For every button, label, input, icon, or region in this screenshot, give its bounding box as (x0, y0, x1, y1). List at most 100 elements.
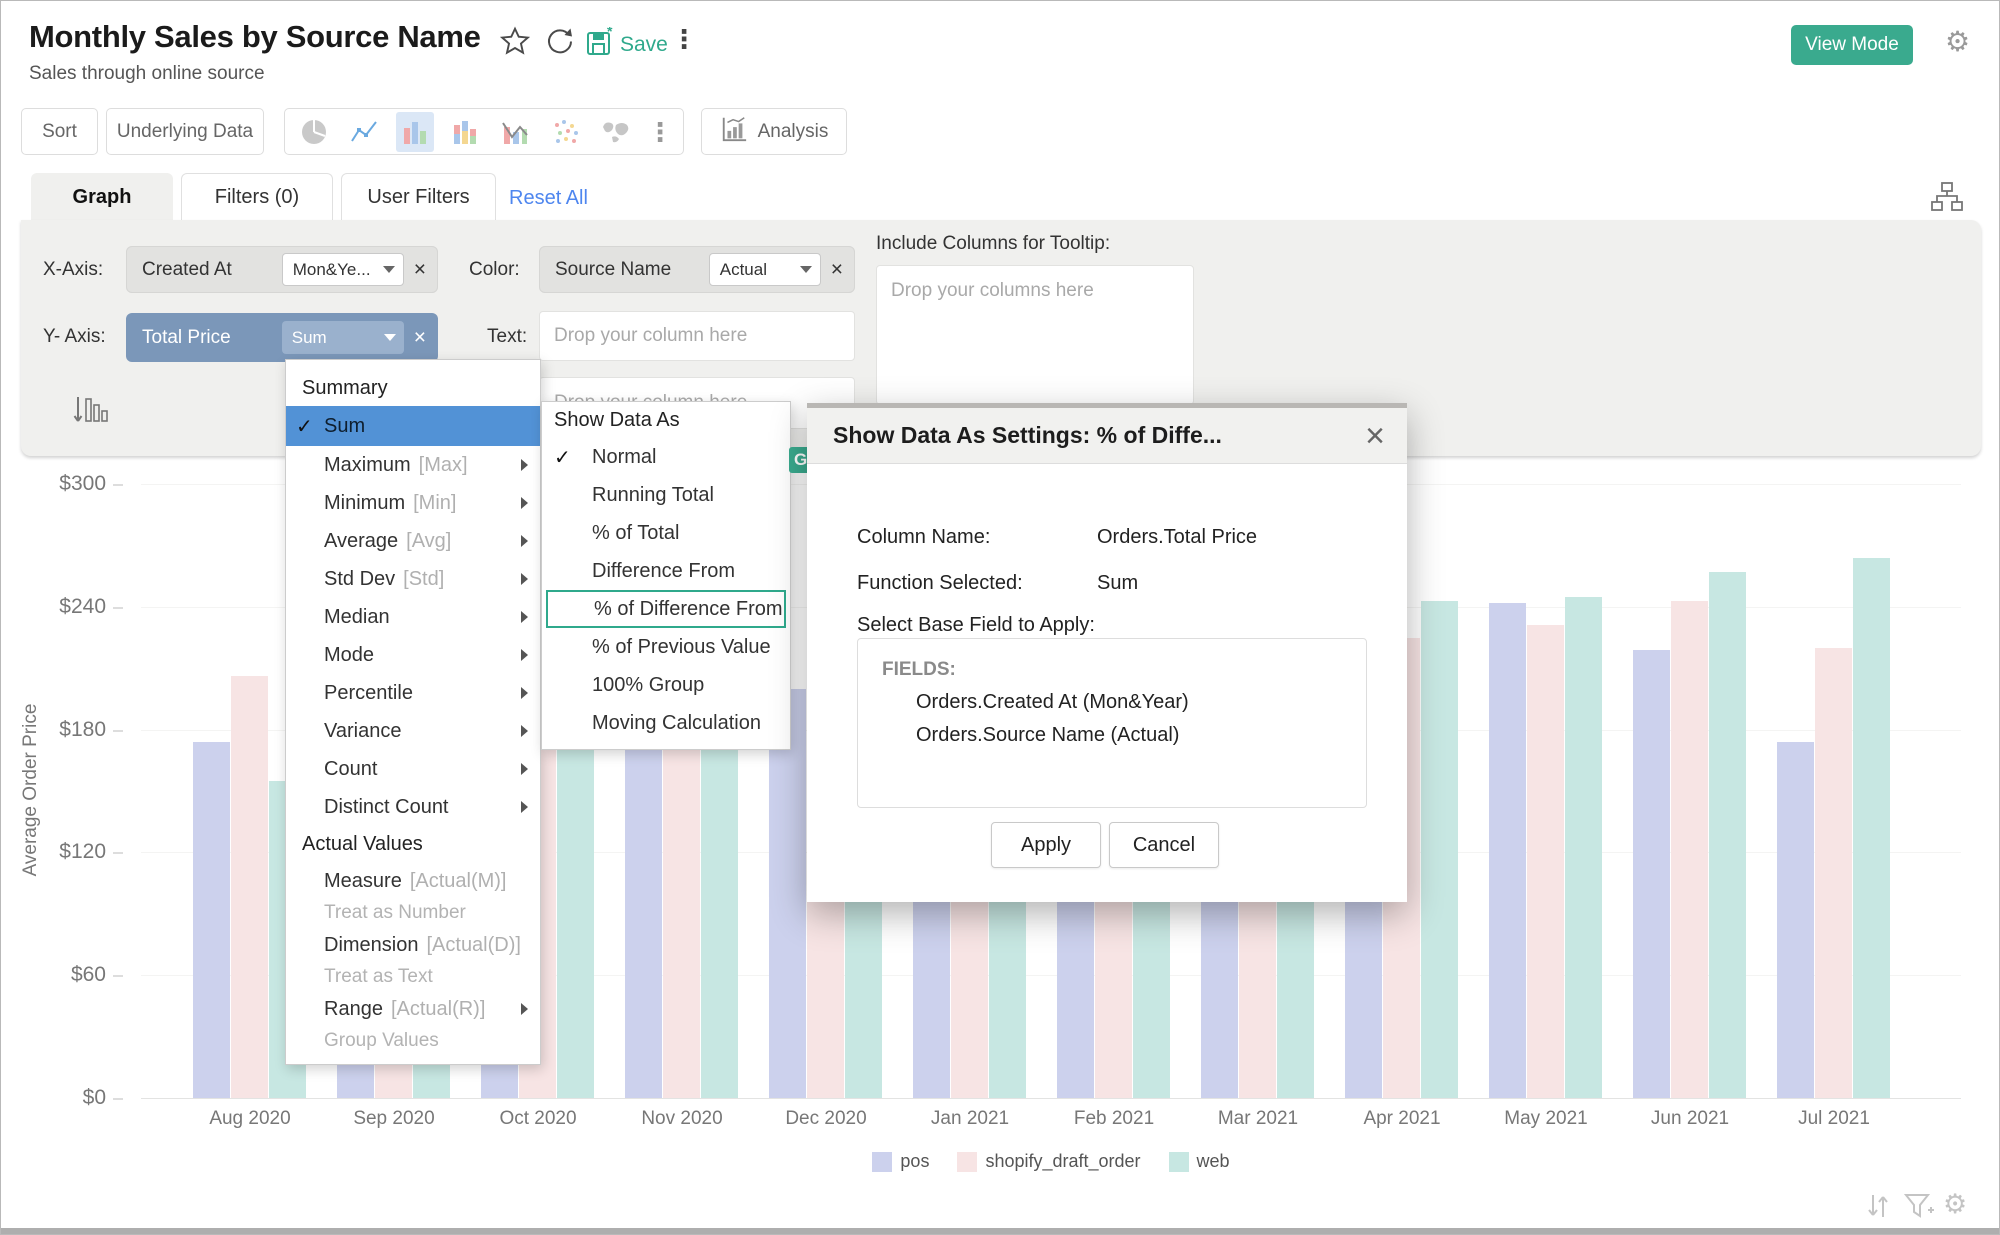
bar-shopify_draft_order-nov-2020[interactable] (663, 719, 700, 1098)
view-mode-button[interactable]: View Mode (1791, 25, 1913, 65)
menu-item-measure[interactable]: Measure[Actual(M)] (286, 862, 540, 900)
color-field-pill[interactable]: Source Name Actual × (539, 246, 855, 293)
menu-item-dimension[interactable]: Dimension[Actual(D)] (286, 926, 540, 964)
chart-sort-icon[interactable] (1863, 1191, 1893, 1226)
y-axis-field-pill[interactable]: Total Price Sum × (126, 313, 438, 362)
save-button[interactable]: * Save (585, 27, 668, 63)
tab-user-filters[interactable]: User Filters (341, 173, 496, 221)
menu-item-average[interactable]: Average[Avg] (286, 522, 540, 560)
bar-web-jun-2021[interactable] (1709, 572, 1746, 1098)
submenu-item-normal[interactable]: ✓Normal (542, 438, 790, 476)
y-tick-mark (113, 484, 123, 486)
bar-pos-jun-2021[interactable] (1633, 650, 1670, 1098)
text-drop-area[interactable]: Drop your column here (539, 311, 855, 361)
menu-item-count[interactable]: Count (286, 750, 540, 788)
submenu-item--of-previous-value[interactable]: % of Previous Value (542, 628, 790, 666)
bar-web-may-2021[interactable] (1565, 597, 1602, 1098)
x-axis-remove-icon[interactable]: × (404, 259, 438, 280)
x-tick-label: Jan 2021 (898, 1108, 1042, 1130)
cancel-button[interactable]: Cancel (1109, 822, 1219, 868)
menu-item-maximum[interactable]: Maximum[Max] (286, 446, 540, 484)
bar-pos-jul-2021[interactable] (1777, 742, 1814, 1098)
sort-button[interactable]: Sort (21, 108, 98, 155)
bar-web-jul-2021[interactable] (1853, 558, 1890, 1098)
menu-item-distinct-count[interactable]: Distinct Count (286, 788, 540, 826)
x-tick-label: Jun 2021 (1618, 1108, 1762, 1130)
sitemap-icon[interactable] (1929, 181, 1965, 218)
analysis-button[interactable]: Analysis (701, 108, 847, 155)
refresh-icon[interactable] (545, 26, 575, 61)
y-axis-function-select[interactable]: Sum (282, 321, 404, 354)
submenu-item-difference-from[interactable]: Difference From (542, 552, 790, 590)
submenu-item--of-total[interactable]: % of Total (542, 514, 790, 552)
bar-web-nov-2020[interactable] (701, 689, 738, 1098)
checkmark-icon: ✓ (296, 414, 313, 439)
chart-filter-icon[interactable] (1903, 1191, 1935, 1226)
submenu-item--of-difference-from[interactable]: % of Difference From (546, 590, 786, 628)
legend-item-pos[interactable]: pos (872, 1151, 929, 1172)
stacked-bar-chart-icon[interactable] (446, 112, 484, 152)
save-icon: * (585, 27, 615, 63)
bar-line-combo-chart-icon[interactable] (496, 112, 534, 152)
base-field-option[interactable]: Orders.Created At (Mon&Year) (916, 691, 1366, 714)
tooltip-drop-area[interactable]: Drop your columns here (876, 265, 1194, 405)
menu-item-range[interactable]: Range[Actual(R)] (286, 990, 540, 1028)
bar-web-apr-2021[interactable] (1421, 601, 1458, 1098)
bar-pos-dec-2020[interactable] (769, 689, 806, 1098)
submenu-arrow-icon (521, 725, 528, 737)
y-axis-field-name: Total Price (126, 327, 282, 349)
chart-settings-gear-icon[interactable]: ⚙ (1943, 1189, 1967, 1220)
more-chart-types-icon[interactable]: ⋮ (647, 122, 673, 142)
submenu-item-running-total[interactable]: Running Total (542, 476, 790, 514)
menu-item-std-dev[interactable]: Std Dev[Std] (286, 560, 540, 598)
base-field-option[interactable]: Orders.Source Name (Actual) (916, 724, 1366, 747)
submenu-item-moving-calculation[interactable]: Moving Calculation (542, 704, 790, 742)
settings-gear-icon[interactable]: ⚙ (1945, 27, 1970, 57)
tab-filters[interactable]: Filters (0) (181, 173, 333, 221)
x-axis-function-select[interactable]: Mon&Ye... (282, 253, 404, 286)
chart-legend: pos shopify_draft_order web (141, 1151, 1961, 1172)
color-function-select[interactable]: Actual (709, 253, 821, 286)
reset-all-link[interactable]: Reset All (509, 187, 588, 210)
menu-item-percentile[interactable]: Percentile (286, 674, 540, 712)
window-bottom-edge (1, 1228, 2000, 1235)
menu-item-median[interactable]: Median (286, 598, 540, 636)
close-icon[interactable]: × (1365, 421, 1385, 451)
analysis-label: Analysis (758, 121, 829, 143)
bar-shopify_draft_order-jul-2021[interactable] (1815, 648, 1852, 1098)
x-axis-field-pill[interactable]: Created At Mon&Ye... × (126, 246, 438, 293)
more-options-icon[interactable]: ⋮ (671, 29, 697, 49)
bar-pos-nov-2020[interactable] (625, 709, 662, 1098)
y-tick-mark (113, 607, 123, 609)
legend-item-web[interactable]: web (1169, 1151, 1230, 1172)
bar-pos-may-2021[interactable] (1489, 603, 1526, 1098)
bar-chart-icon-selected[interactable] (396, 112, 434, 152)
y-axis-remove-icon[interactable]: × (404, 327, 438, 348)
menu-item-variance[interactable]: Variance (286, 712, 540, 750)
scatter-plot-icon[interactable] (546, 112, 584, 152)
menu-item-mode[interactable]: Mode (286, 636, 540, 674)
submenu-item-100-group[interactable]: 100% Group (542, 666, 790, 704)
bar-web-oct-2020[interactable] (557, 699, 594, 1098)
map-chart-icon[interactable] (597, 112, 635, 152)
tooltip-columns-label: Include Columns for Tooltip: (876, 233, 1110, 255)
tab-graph[interactable]: Graph (31, 173, 173, 221)
line-chart-icon[interactable] (345, 112, 383, 152)
favorite-star-icon[interactable] (499, 25, 531, 62)
color-label: Color: (469, 259, 520, 281)
menu-item-sum[interactable]: ✓Sum (286, 406, 540, 446)
legend-item-shopify_draft_order[interactable]: shopify_draft_order (957, 1151, 1140, 1172)
underlying-data-button[interactable]: Underlying Data (106, 108, 264, 155)
bar-pos-aug-2020[interactable] (193, 742, 230, 1098)
pie-chart-icon[interactable] (295, 112, 333, 152)
bar-shopify_draft_order-aug-2020[interactable] (231, 676, 268, 1098)
show-data-as-submenu: Show Data As ✓NormalRunning Total% of To… (541, 401, 791, 750)
sort-values-icon[interactable] (71, 393, 109, 434)
function-selected-value: Sum (1097, 572, 1138, 595)
apply-button[interactable]: Apply (991, 822, 1101, 868)
menu-item-minimum[interactable]: Minimum[Min] (286, 484, 540, 522)
bar-shopify_draft_order-may-2021[interactable] (1527, 625, 1564, 1098)
bar-shopify_draft_order-jun-2021[interactable] (1671, 601, 1708, 1098)
x-tick-label: Oct 2020 (466, 1108, 610, 1130)
color-remove-icon[interactable]: × (821, 259, 855, 280)
